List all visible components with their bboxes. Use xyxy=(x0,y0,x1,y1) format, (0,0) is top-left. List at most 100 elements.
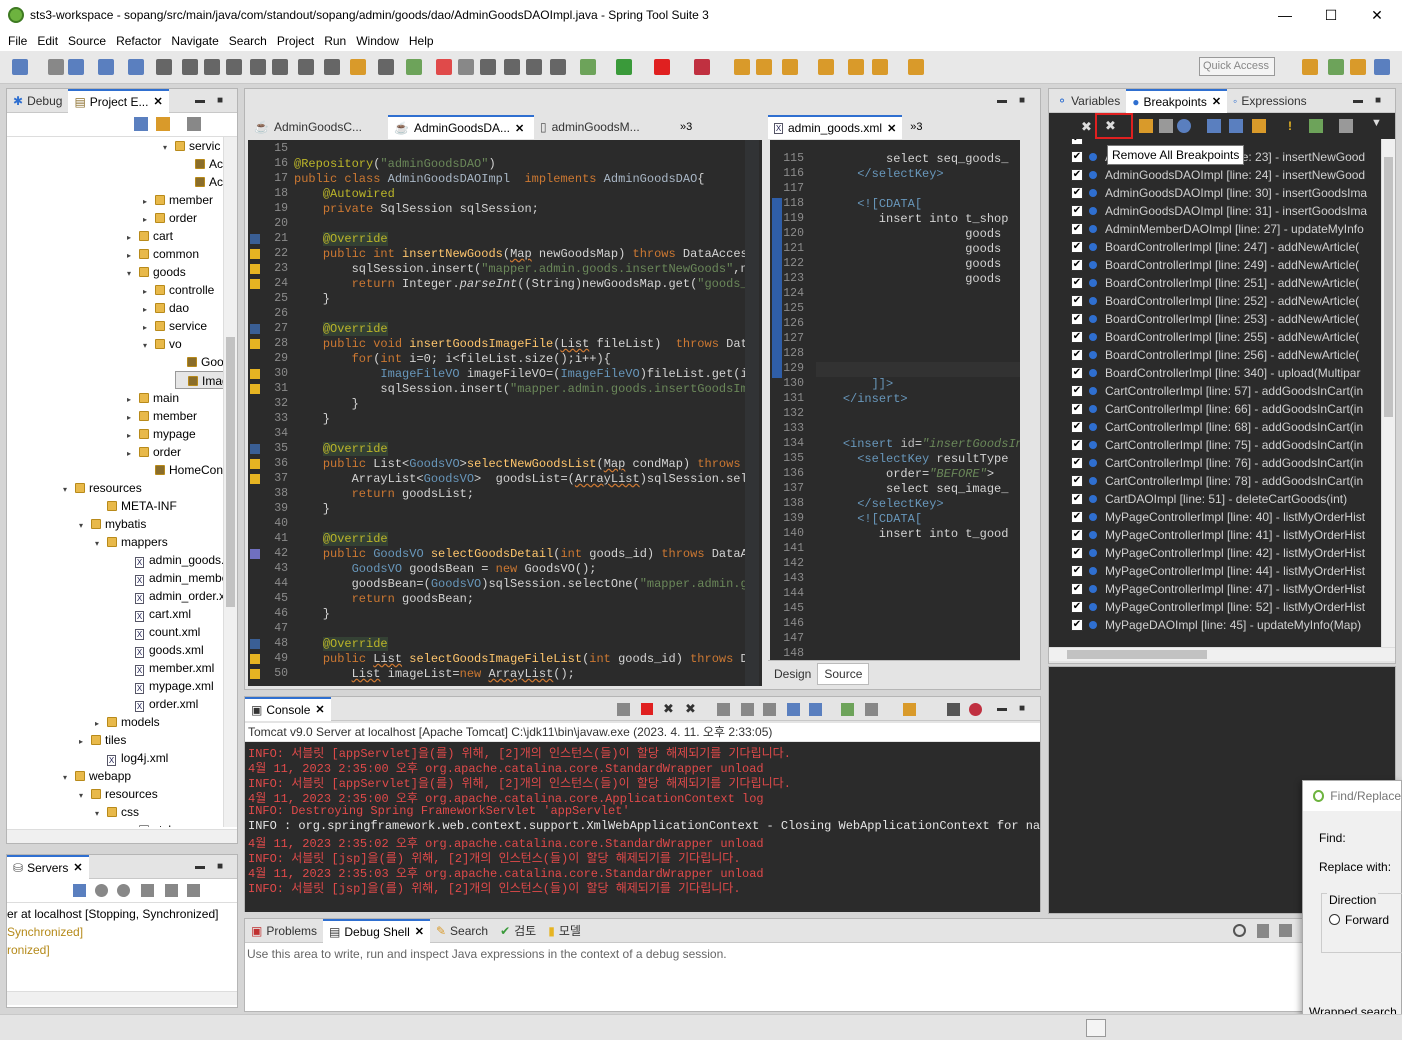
tab-debug-shell[interactable]: ▤ Debug Shell ✕ xyxy=(323,918,430,943)
java-source-editor[interactable]: 15 16 @Repository("adminGoodsDAO") 17 public… xyxy=(248,140,762,686)
breakpoint-checkbox[interactable]: ✔ xyxy=(1071,139,1083,145)
progress-icon[interactable] xyxy=(1086,1019,1106,1037)
toolbar-icon[interactable] xyxy=(458,59,474,75)
breakpoint-checkbox[interactable]: ✔ xyxy=(1071,421,1083,433)
maximize-view-icon[interactable]: ■ xyxy=(1019,703,1025,714)
tree-vertical-scrollbar[interactable] xyxy=(223,137,237,827)
tree-item[interactable]: Xcart.xml xyxy=(123,605,191,623)
toolbar-icon[interactable] xyxy=(504,59,520,75)
tree-item[interactable]: ▾ webapp xyxy=(63,767,131,785)
breakpoint-checkbox[interactable]: ✔ xyxy=(1071,475,1083,487)
breakpoint-marker-icon[interactable] xyxy=(250,234,260,244)
tree-item[interactable]: ▸ controlle xyxy=(143,281,214,299)
tree-item[interactable]: HomeCont xyxy=(143,461,223,479)
breakpoint-marker-icon[interactable] xyxy=(250,459,260,469)
menu-search[interactable]: Search xyxy=(224,34,272,48)
toolbar-icon[interactable] xyxy=(480,59,496,75)
scroll-lock-icon[interactable] xyxy=(741,703,754,716)
maximize-editor-icon[interactable]: ■ xyxy=(1019,95,1025,106)
tab-project-explorer[interactable]: ▤ Project E... ✕ xyxy=(68,88,169,113)
minimize-editor-icon[interactable]: ▬ xyxy=(997,95,1007,106)
export-breakpoints-icon[interactable] xyxy=(1339,119,1353,133)
tree-item[interactable]: Xmember.xml xyxy=(123,659,214,677)
sync-icon[interactable] xyxy=(1252,119,1266,133)
tab-debug[interactable]: ✱ Debug xyxy=(7,89,68,113)
minimize-view-icon[interactable]: ▬ xyxy=(1353,95,1363,106)
inspect-icon[interactable] xyxy=(1233,924,1246,937)
breakpoint-marker-icon[interactable] xyxy=(250,444,260,454)
scrollbar-thumb[interactable] xyxy=(1067,650,1207,659)
tree-item[interactable]: Image xyxy=(175,371,223,389)
toolbar-icon[interactable] xyxy=(908,59,924,75)
close-tab-icon[interactable]: ✕ xyxy=(315,703,324,716)
toolbar-icon[interactable] xyxy=(250,59,266,75)
breakpoint-marker-icon[interactable] xyxy=(250,369,260,379)
toolbar-icon[interactable] xyxy=(324,59,340,75)
debug-server-icon[interactable] xyxy=(95,884,108,897)
breakpoint-checkbox[interactable]: ✔ xyxy=(1071,511,1083,523)
execute-icon[interactable] xyxy=(1279,924,1292,937)
exception-breakpoint-icon[interactable]: ! xyxy=(1288,119,1292,133)
breakpoint-checkbox[interactable]: ✔ xyxy=(1071,313,1083,325)
breakpoint-checkbox[interactable]: ✔ xyxy=(1071,601,1083,613)
more-tabs-indicator[interactable]: »3 xyxy=(680,121,692,133)
toolbar-icon[interactable] xyxy=(12,59,28,75)
menu-file[interactable]: File xyxy=(3,34,32,48)
close-tab-icon[interactable]: ✕ xyxy=(153,95,162,108)
breakpoint-checkbox[interactable]: ✔ xyxy=(1071,529,1083,541)
minimize-view-icon[interactable]: ▬ xyxy=(195,861,205,872)
toolbar-icon[interactable] xyxy=(526,59,542,75)
breakpoint-checkbox[interactable]: ✔ xyxy=(1071,493,1083,505)
tree-item[interactable]: ▸ member xyxy=(143,191,213,209)
toolbar-icon[interactable] xyxy=(580,59,596,75)
breakpoint-checkbox[interactable]: ✔ xyxy=(1071,349,1083,361)
scrollbar-thumb[interactable] xyxy=(226,337,235,607)
stop-server-icon[interactable] xyxy=(165,884,178,897)
breakpoint-marker-icon[interactable] xyxy=(250,249,260,259)
minimize-view-icon[interactable]: ▬ xyxy=(195,95,205,106)
toolbar-icon[interactable] xyxy=(48,59,64,75)
expand-toggle-icon[interactable]: ▾ xyxy=(95,805,107,823)
toolbar-icon[interactable] xyxy=(128,59,144,75)
tab-admin-goods-controller[interactable]: ☕ AdminGoodsC... xyxy=(248,115,388,139)
breakpoint-marker-icon[interactable] xyxy=(250,639,260,649)
expand-toggle-icon[interactable]: ▾ xyxy=(79,787,91,805)
menu-run[interactable]: Run xyxy=(319,34,351,48)
breakpoint-checkbox[interactable]: ✔ xyxy=(1071,619,1083,631)
breakpoint-checkbox[interactable]: ✔ xyxy=(1071,385,1083,397)
toolbar-icon[interactable] xyxy=(68,59,84,75)
menu-navigate[interactable]: Navigate xyxy=(166,34,223,48)
toolbar-icon[interactable] xyxy=(406,59,422,75)
maximize-view-icon[interactable]: ■ xyxy=(217,861,223,872)
display-console-icon[interactable] xyxy=(865,703,878,716)
tree-item[interactable]: ▾ servic xyxy=(163,137,220,155)
toolbar-icon[interactable] xyxy=(156,59,172,75)
breakpoint-marker-icon[interactable] xyxy=(250,339,260,349)
view-menu-icon[interactable] xyxy=(187,117,201,131)
tree-item[interactable]: ▾ css xyxy=(95,803,139,821)
view-menu-icon[interactable]: ▼ xyxy=(1371,117,1382,129)
tab-review[interactable]: ✔ 검토 xyxy=(494,919,542,943)
clear-console-icon[interactable] xyxy=(717,703,730,716)
start-server-icon[interactable] xyxy=(117,884,130,897)
tree-item[interactable]: ▾ mybatis xyxy=(79,515,146,533)
expand-toggle-icon[interactable]: ▸ xyxy=(79,733,91,751)
toolbar-icon[interactable] xyxy=(98,59,114,75)
breakpoint-marker-icon[interactable] xyxy=(250,474,260,484)
tab-expressions[interactable]: ◦ Expressions xyxy=(1227,89,1313,113)
tree-item[interactable]: Ac xyxy=(183,173,223,191)
tab-admin-goods-xml[interactable]: Xadmin_goods.xml ✕ xyxy=(768,115,903,139)
breakpoint-marker-icon[interactable] xyxy=(250,279,260,289)
collapse-all-icon[interactable] xyxy=(1207,119,1221,133)
tree-item[interactable]: Xorder.xml xyxy=(123,695,198,713)
expand-toggle-icon[interactable]: ▾ xyxy=(63,769,75,787)
toolbar-icon[interactable] xyxy=(654,59,670,75)
minimize-view-icon[interactable]: ▬ xyxy=(997,703,1007,714)
maximize-view-icon[interactable]: ■ xyxy=(217,95,223,106)
breakpoint-checkbox[interactable]: ✔ xyxy=(1071,583,1083,595)
tree-item[interactable]: Xlog4j.xml xyxy=(95,749,168,767)
tree-item[interactable]: Xgoods.xml xyxy=(123,641,204,659)
maximize-button[interactable]: ☐ xyxy=(1308,0,1354,30)
server-row-tomcat[interactable]: er at localhost [Stopping, Synchronized] xyxy=(7,905,235,923)
perspective-icon[interactable] xyxy=(1302,59,1318,75)
